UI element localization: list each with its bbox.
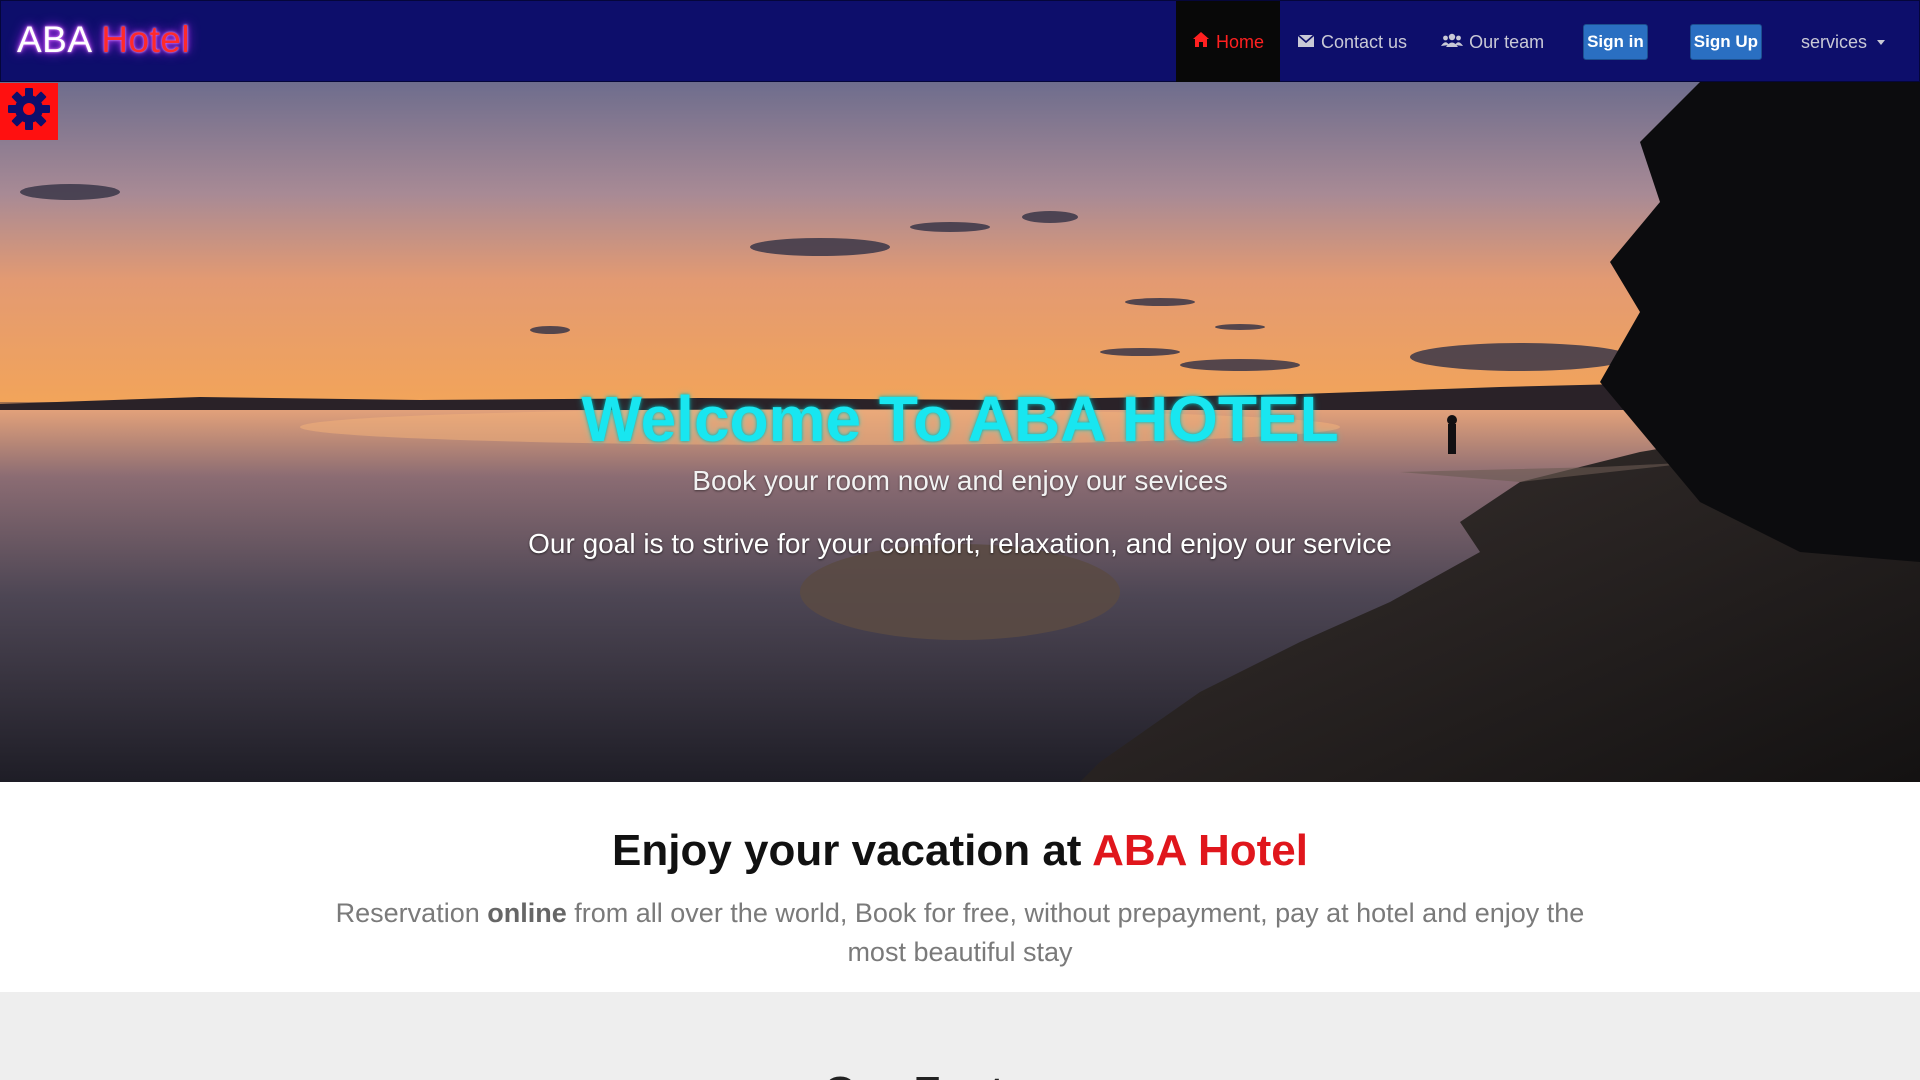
hero-subtitle: Book your room now and enjoy our sevices: [692, 465, 1228, 496]
features-heading: Our Features: [0, 1068, 1920, 1080]
intro-heading: Enjoy your vacation at ABA Hotel: [0, 826, 1920, 876]
nav-contact[interactable]: Contact us: [1280, 1, 1424, 83]
hero-tagline: Our goal is to strive for your comfort, …: [528, 528, 1392, 559]
nav-services-label: services: [1800, 31, 1867, 52]
home-icon: [1192, 31, 1210, 53]
nav-contact-label: Contact us: [1321, 31, 1408, 52]
gear-icon: [6, 86, 52, 137]
intro-section: Enjoy your vacation at ABA Hotel Reserva…: [0, 782, 1920, 992]
intro-text: Reservation online from all over the wor…: [320, 894, 1600, 972]
caret-down-icon: [1877, 39, 1885, 45]
hero-banner: Welcome To ABA HOTEL Book your room now …: [0, 82, 1920, 782]
intro-text-before: Reservation: [335, 898, 480, 928]
nav-team-label: Our team: [1469, 31, 1545, 52]
intro-text-bold: online: [487, 898, 567, 928]
nav-menu: Home Contact us Our team Sign in Sign Up…: [1176, 1, 1919, 83]
nav-services-dropdown[interactable]: services: [1784, 1, 1919, 83]
brand-logo[interactable]: ABA Hotel: [17, 19, 190, 61]
sign-in-button[interactable]: Sign in: [1583, 24, 1648, 60]
settings-toggle[interactable]: [0, 83, 58, 140]
intro-heading-prefix: Enjoy your vacation at: [612, 826, 1082, 875]
nav-home[interactable]: Home: [1176, 1, 1281, 83]
nav-team[interactable]: Our team: [1424, 1, 1561, 83]
hero-title: Welcome To ABA HOTEL: [581, 383, 1339, 455]
sign-up-button[interactable]: Sign Up: [1689, 24, 1762, 60]
nav-home-label: Home: [1216, 31, 1265, 52]
brand-part2: Hotel: [101, 19, 191, 60]
features-section: Our Features: [0, 992, 1920, 1080]
navbar: ABA Hotel Home Contact us Our team Sign …: [0, 0, 1920, 83]
intro-text-after: from all over the world, Book for free, …: [574, 898, 1585, 967]
envelope-icon: [1297, 32, 1315, 53]
users-icon: [1441, 32, 1464, 53]
intro-heading-highlight: ABA Hotel: [1092, 826, 1308, 875]
brand-part1: ABA: [17, 19, 91, 60]
